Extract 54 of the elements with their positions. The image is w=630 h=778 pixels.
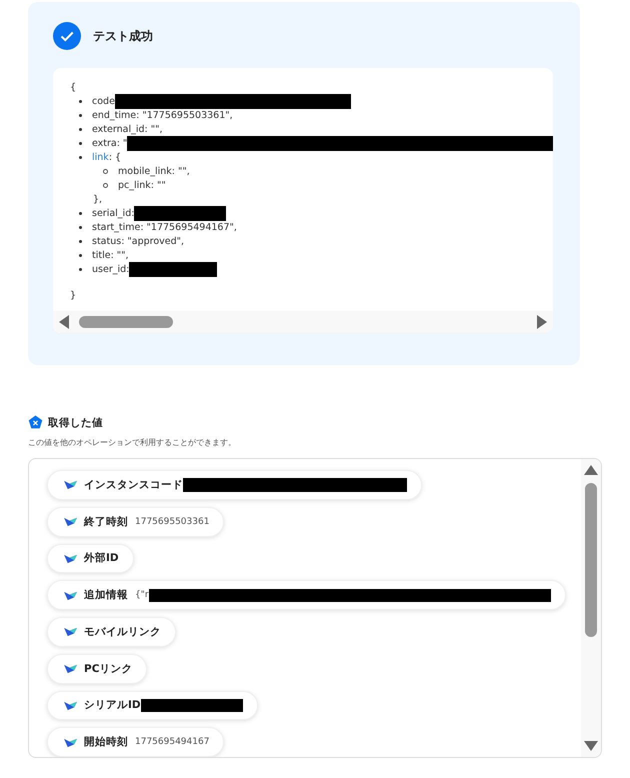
- vertical-scrollbar[interactable]: [581, 459, 601, 757]
- scroll-down-icon[interactable]: [584, 741, 598, 751]
- value-chip[interactable]: モバイルリンク: [47, 617, 176, 647]
- code-text: extra: ": [92, 138, 128, 148]
- code-text: }: [70, 290, 76, 300]
- code-text: status: "approved",: [92, 236, 184, 246]
- result-title: テスト成功: [93, 28, 153, 44]
- value-chip[interactable]: PCリンク: [47, 654, 148, 684]
- bullet-icon: [79, 226, 82, 228]
- app-icon: [64, 552, 77, 564]
- bullet-icon: [79, 254, 82, 256]
- bullet-icon: [79, 240, 82, 242]
- horizontal-scrollbar[interactable]: [53, 311, 553, 333]
- scroll-left-icon[interactable]: [59, 315, 69, 329]
- code-link[interactable]: link: [92, 152, 109, 162]
- value-chip[interactable]: 開始時刻 1775695494167: [47, 727, 224, 757]
- value-chip[interactable]: 外部ID: [47, 544, 134, 574]
- bullet-icon: [79, 268, 82, 270]
- value-chip[interactable]: 追加情報 {"r: [47, 580, 566, 610]
- code-text: start_time: "1775695494167",: [92, 222, 237, 232]
- app-icon: [64, 516, 77, 528]
- value-chip[interactable]: シリアルID: [47, 690, 258, 720]
- code-text: external_id: "",: [92, 124, 162, 134]
- code-text: code: [92, 96, 115, 106]
- app-icon: [64, 626, 77, 638]
- app-icon: [64, 700, 77, 711]
- section-title: 取得した値: [48, 416, 103, 430]
- app-icon: [64, 479, 77, 490]
- code-text: pc_link: "": [118, 180, 166, 190]
- value-chip[interactable]: 終了時刻 1775695503361: [47, 506, 224, 536]
- app-icon: [64, 736, 77, 748]
- circle-bullet-icon: [103, 182, 108, 188]
- app-icon: [64, 590, 77, 601]
- value-chip[interactable]: インスタンスコード: [47, 470, 422, 500]
- bullet-icon: [79, 212, 82, 214]
- code-text: user_id:: [92, 264, 130, 274]
- code-text: },: [93, 194, 102, 204]
- bullet-icon: [79, 114, 82, 116]
- circle-bullet-icon: [103, 168, 108, 174]
- bullet-icon: [79, 142, 82, 144]
- code-text: {: [70, 82, 76, 92]
- scroll-right-icon[interactable]: [537, 315, 547, 329]
- bullet-icon: [79, 100, 82, 102]
- code-text: serial_id:: [92, 208, 134, 218]
- code-text: title: "",: [92, 250, 129, 260]
- code-text: end_time: "1775695503361",: [92, 110, 233, 120]
- variable-icon: [28, 415, 43, 430]
- section-description: この値を他のオペレーションで利用することができます。: [28, 437, 237, 448]
- code-text: : {: [108, 152, 122, 162]
- code-text: mobile_link: "",: [118, 166, 190, 176]
- bullet-icon: [79, 128, 82, 130]
- scroll-up-icon[interactable]: [584, 465, 598, 475]
- bullet-icon: [79, 156, 82, 158]
- app-icon: [64, 663, 77, 674]
